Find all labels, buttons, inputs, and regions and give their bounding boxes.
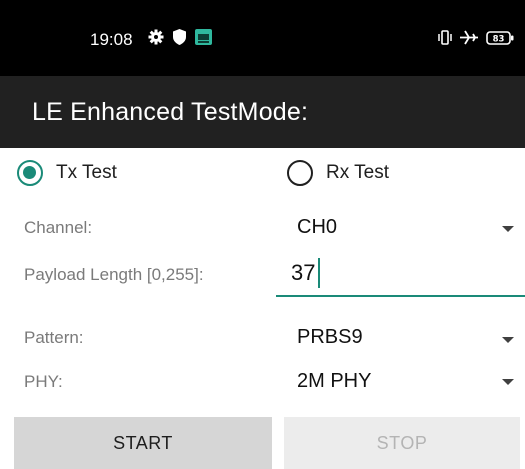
phy-chevron-down-icon[interactable] [502, 379, 514, 385]
tx-test-option[interactable]: Tx Test [17, 160, 117, 186]
phy-label: PHY: [24, 372, 63, 391]
gear-icon [148, 29, 164, 50]
rx-test-option[interactable]: Rx Test [287, 160, 389, 186]
payload-length-label: Payload Length [0,255]: [24, 265, 204, 284]
text-cursor [318, 258, 320, 288]
app-notification-icon [195, 29, 212, 50]
battery-level: 83 [493, 34, 505, 44]
shield-icon [173, 29, 186, 50]
page-title: LE Enhanced TestMode: [32, 98, 309, 126]
channel-chevron-down-icon[interactable] [502, 226, 514, 232]
rx-test-radio[interactable] [287, 160, 313, 186]
pattern-chevron-down-icon[interactable] [502, 337, 514, 343]
channel-label: Channel: [24, 218, 93, 237]
phy-select[interactable]: 2M PHY [297, 370, 371, 393]
pattern-select[interactable]: PRBS9 [297, 326, 363, 349]
status-icons-right: 83 [438, 30, 514, 50]
payload-length-underline [276, 295, 525, 297]
airplane-icon [460, 30, 478, 50]
status-icons-left [148, 29, 212, 50]
start-button[interactable]: START [14, 417, 272, 469]
payload-length-input[interactable] [291, 258, 525, 288]
stop-button[interactable]: STOP [284, 417, 520, 469]
tx-test-radio[interactable] [17, 160, 43, 186]
battery-icon: 83 [486, 30, 514, 50]
channel-select[interactable]: CH0 [297, 216, 337, 239]
status-time: 19:08 [90, 30, 133, 49]
tx-test-label[interactable]: Tx Test [56, 162, 117, 184]
pattern-label: Pattern: [24, 328, 84, 347]
status-bar: 19:08 83 [0, 0, 525, 76]
vibrate-icon [438, 30, 452, 50]
rx-test-label[interactable]: Rx Test [326, 162, 389, 184]
